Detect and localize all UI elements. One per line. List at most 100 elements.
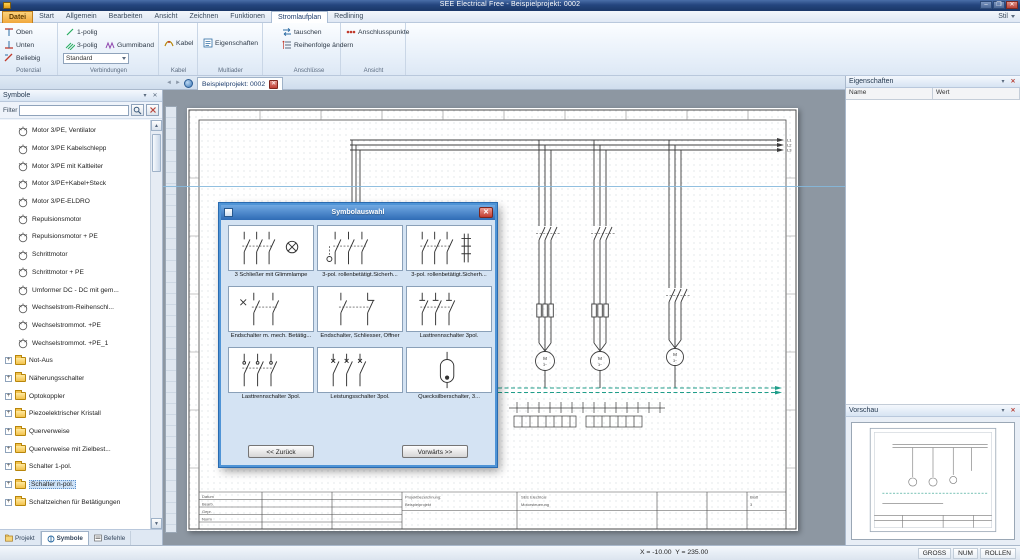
column-name[interactable]: Name bbox=[846, 88, 933, 99]
tree-item-piezoelektrischer-kristall[interactable]: + Piezoelektrischer Kristall bbox=[0, 405, 150, 423]
tree-item-optokoppler[interactable]: + Optokoppler bbox=[0, 387, 150, 405]
filter-clear-button[interactable] bbox=[146, 104, 159, 116]
panel-close-icon[interactable]: ✕ bbox=[1009, 78, 1017, 86]
tree-item-umformer-dc-dc-mit-gem[interactable]: Umformer DC - DC mit gem... bbox=[0, 281, 150, 299]
tree-item-motor-3-pe-eldro[interactable]: Motor 3/PE-ELDRO bbox=[0, 193, 150, 211]
dialog-titlebar[interactable]: Symbolauswahl ✕ bbox=[221, 205, 495, 220]
symbol-cell-3[interactable]: 3-pol. rollenbetätigt.Sicherh... bbox=[406, 225, 492, 281]
symbol-cell-label: 3-pol. rollenbetätigt.Sicherh... bbox=[411, 272, 487, 278]
minimize-button[interactable]: – bbox=[980, 1, 992, 9]
symbol-cell-6[interactable]: Lasttrennschalter 3pol. bbox=[406, 286, 492, 342]
properties-table-body[interactable] bbox=[846, 100, 1020, 405]
tree-item-repulsionsmotor[interactable]: Repulsionsmotor bbox=[0, 210, 150, 228]
symbol-cell-5[interactable]: Endschalter, Schliesser, Öffner bbox=[317, 286, 403, 342]
menu-tab-funktionen[interactable]: Funktionen bbox=[224, 11, 271, 23]
expand-plus-icon[interactable]: + bbox=[5, 410, 12, 418]
kabel-button[interactable]: Kabel bbox=[162, 37, 195, 49]
tauschen-button[interactable]: tauschen bbox=[280, 26, 324, 38]
expand-plus-icon[interactable]: + bbox=[5, 374, 12, 382]
tree-item-motor-3-pe-kabel-steck[interactable]: Motor 3/PE+Kabel+Steck bbox=[0, 175, 150, 193]
menu-tab-redlining[interactable]: Redlining bbox=[328, 11, 369, 23]
preview-thumbnail[interactable] bbox=[851, 422, 1015, 540]
menu-tab-allgemein[interactable]: Allgemein bbox=[60, 11, 103, 23]
expand-plus-icon[interactable]: + bbox=[5, 481, 12, 489]
symbol-cell-2[interactable]: 3-pol. rollenbetätigt.Sicherh... bbox=[317, 225, 403, 281]
chevron-down-icon[interactable] bbox=[1011, 15, 1015, 18]
tab-scroll-left-icon[interactable]: ◄ bbox=[166, 79, 172, 87]
motor-symbol-icon bbox=[17, 319, 29, 331]
tree-item-näherungsschalter[interactable]: + Näherungsschalter bbox=[0, 370, 150, 388]
panel-close-icon[interactable]: ✕ bbox=[151, 92, 159, 100]
menu-tab-datei[interactable]: Datei bbox=[2, 11, 34, 23]
unten-button[interactable]: Unten bbox=[2, 39, 36, 51]
gummiband-button[interactable]: Gummiband bbox=[103, 39, 156, 51]
tree-item-schalter-1-pol[interactable]: + Schalter 1-pol. bbox=[0, 458, 150, 476]
symbol-cell-1[interactable]: 3 Schließer mit Glimmlampe bbox=[228, 225, 314, 281]
tree-item-wechselstrommot-pe[interactable]: Wechselstrommot. +PE bbox=[0, 317, 150, 335]
tab-scroll-right-icon[interactable]: ► bbox=[175, 79, 181, 87]
filter-input[interactable] bbox=[19, 104, 129, 116]
scrollbar-thumb[interactable] bbox=[152, 134, 161, 172]
panel-tab-projekt[interactable]: Projekt bbox=[0, 531, 41, 545]
beliebig-button[interactable]: Beliebig bbox=[2, 52, 42, 64]
expand-plus-icon[interactable]: + bbox=[5, 445, 12, 453]
tree-item-schaltzeichen-für-betätigungen[interactable]: + Schaltzeichen für Betätigungen bbox=[0, 493, 150, 511]
tree-scrollbar[interactable]: ▲ ▼ bbox=[150, 120, 162, 529]
column-wert[interactable]: Wert bbox=[933, 88, 1020, 99]
scroll-down-icon[interactable]: ▼ bbox=[151, 518, 162, 529]
motor-label: M bbox=[543, 356, 547, 361]
menu-tab-start[interactable]: Start bbox=[33, 11, 60, 23]
tree-item-schrittmotor[interactable]: Schrittmotor bbox=[0, 246, 150, 264]
maximize-button[interactable]: ❐ bbox=[993, 1, 1005, 9]
expand-plus-icon[interactable]: + bbox=[5, 392, 12, 400]
panel-tab-symbole[interactable]: Symbole bbox=[40, 531, 89, 545]
symbol-cell-9[interactable]: Quecksilberschalter, 3... bbox=[406, 347, 492, 403]
oben-button[interactable]: Oben bbox=[2, 26, 35, 38]
panel-pin-icon[interactable]: ▾ bbox=[999, 78, 1007, 86]
menu-tab-stromlaufplan[interactable]: Stromlaufplan bbox=[270, 11, 329, 23]
connection-style-select[interactable]: Standard bbox=[63, 53, 129, 64]
tree-item-motor-3-pe-mit-kaltleiter[interactable]: Motor 3/PE mit Kaltleiter bbox=[0, 157, 150, 175]
eigenschaften-button[interactable]: Eigenschaften bbox=[201, 37, 260, 49]
symbol-cell-4[interactable]: Endschalter m. mech. Betätig... bbox=[228, 286, 314, 342]
expand-plus-icon[interactable]: + bbox=[5, 463, 12, 471]
back-button[interactable]: << Zurück bbox=[248, 445, 314, 458]
tree-item-querverweise[interactable]: + Querverweise bbox=[0, 423, 150, 441]
group-label-verbindungen: Verbindungen bbox=[89, 68, 128, 74]
forward-button[interactable]: Vorwärts >> bbox=[402, 445, 468, 458]
panel-pin-icon[interactable]: ▾ bbox=[999, 407, 1007, 415]
menu-tab-zeichnen[interactable]: Zeichnen bbox=[184, 11, 225, 23]
expand-plus-icon[interactable]: + bbox=[5, 357, 12, 365]
expand-plus-icon[interactable]: + bbox=[5, 428, 12, 436]
anschlusspunkte-button[interactable]: Anschlusspunkte bbox=[344, 26, 411, 38]
tree-item-repulsionsmotor-pe[interactable]: Repulsionsmotor + PE bbox=[0, 228, 150, 246]
tree-item-motor-3-pe-kabelschlepp[interactable]: Motor 3/PE Kabelschlepp bbox=[0, 140, 150, 158]
tree-item-motor-3-pe-ventilator[interactable]: Motor 3/PE, Ventilator bbox=[0, 122, 150, 140]
tree-item-schrittmotor-pe[interactable]: Schrittmotor + PE bbox=[0, 264, 150, 282]
expand-plus-icon[interactable]: + bbox=[5, 498, 12, 506]
panel-tab-befehle[interactable]: Befehle bbox=[89, 531, 132, 545]
pages-icon[interactable] bbox=[184, 78, 193, 88]
eigenschaften-label: Eigenschaften bbox=[215, 39, 259, 47]
menu-tab-ansicht[interactable]: Ansicht bbox=[149, 11, 184, 23]
einpolig-button[interactable]: 1-polig bbox=[63, 26, 99, 38]
dialog-close-button[interactable]: ✕ bbox=[479, 207, 493, 218]
style-selector[interactable]: Stil bbox=[998, 13, 1008, 20]
tab-close-icon[interactable]: ✕ bbox=[269, 79, 279, 89]
tree-item-not-aus[interactable]: + Not-Aus bbox=[0, 352, 150, 370]
tree-item-wechselstrom-reihenschl[interactable]: Wechselstrom-Reihenschl... bbox=[0, 299, 150, 317]
document-tab[interactable]: Beispielprojekt: 0002 ✕ bbox=[197, 77, 284, 90]
tree-item-schalter-n-pol[interactable]: + Schalter n-pol. bbox=[0, 476, 150, 494]
tree-item-wechselstrommot-pe-1[interactable]: Wechselstrommot. +PE_1 bbox=[0, 334, 150, 352]
motor-symbol-icon bbox=[17, 249, 29, 261]
menu-tab-bearbeiten[interactable]: Bearbeiten bbox=[103, 11, 149, 23]
dreipolig-button[interactable]: 3-polig bbox=[63, 39, 99, 51]
filter-search-button[interactable] bbox=[131, 104, 144, 116]
panel-menu-icon[interactable]: ▾ bbox=[141, 92, 149, 100]
symbol-cell-8[interactable]: Leistungsschalter 3pol. bbox=[317, 347, 403, 403]
panel-close-icon[interactable]: ✕ bbox=[1009, 407, 1017, 415]
tree-item-querverweise-mit-zielbest[interactable]: + Querverweise mit Zielbest... bbox=[0, 440, 150, 458]
symbol-cell-7[interactable]: Lasttrennschalter 3pol. bbox=[228, 347, 314, 403]
close-button[interactable]: ✕ bbox=[1006, 1, 1018, 9]
scroll-up-icon[interactable]: ▲ bbox=[151, 120, 162, 131]
